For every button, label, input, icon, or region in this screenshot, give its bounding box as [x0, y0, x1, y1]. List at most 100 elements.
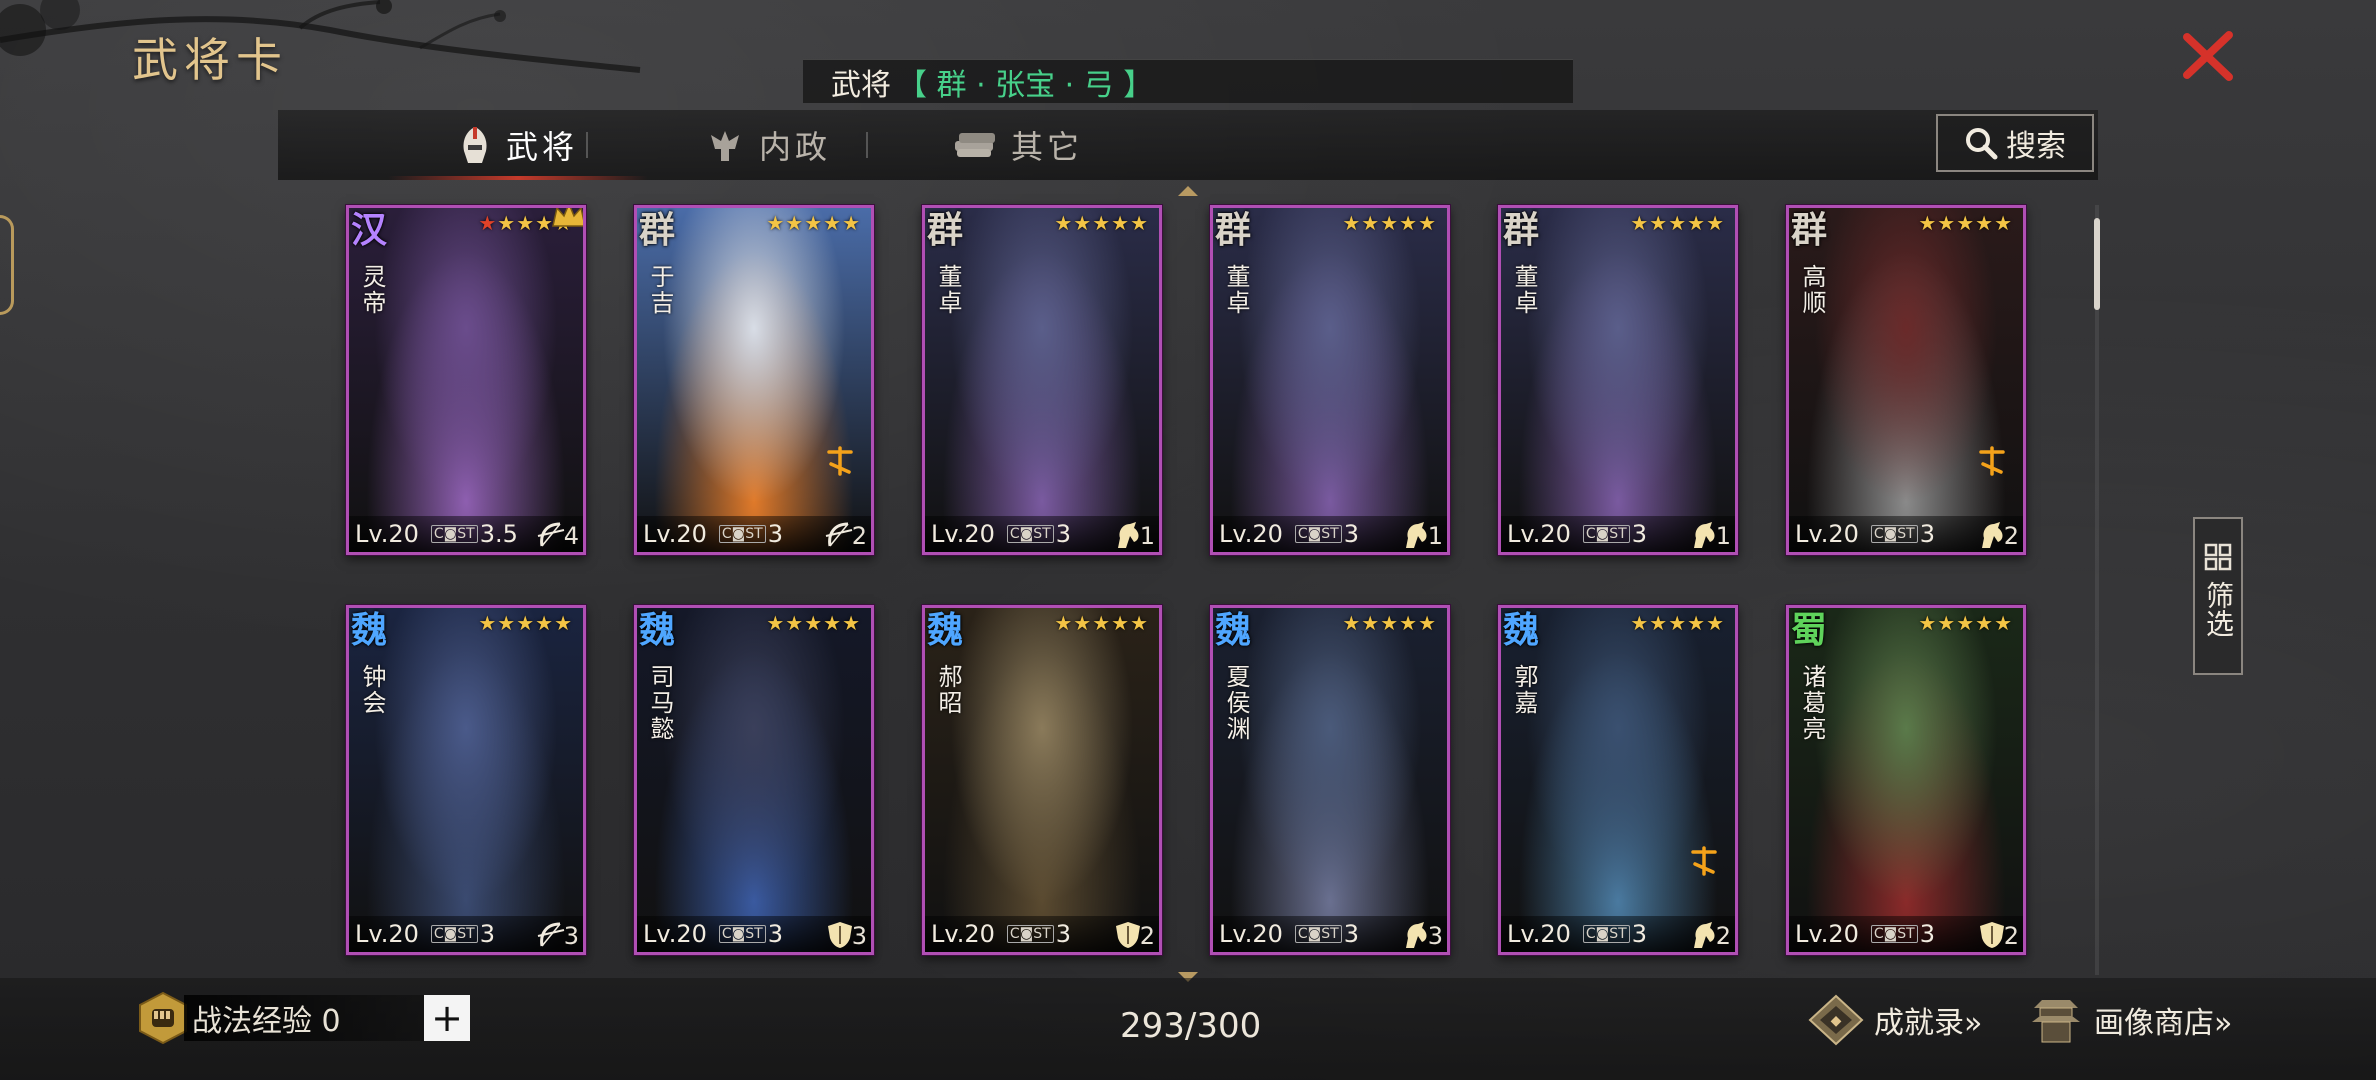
- side-drawer-handle[interactable]: [0, 215, 14, 315]
- achievements-link[interactable]: ◆ 成就录»: [1806, 994, 1982, 1046]
- hero-portrait: [1213, 208, 1447, 552]
- add-exp-button[interactable]: +: [424, 995, 470, 1041]
- pagoda-icon: [2026, 994, 2086, 1046]
- tab-neizheng-label: 内政: [758, 128, 831, 166]
- troop-type: 1: [1688, 520, 1731, 550]
- hero-level: Lv.20: [355, 520, 419, 548]
- hero-card-9[interactable]: 魏 郝昭 ★★★★★ Lv.20 C◙ST 3 2: [922, 605, 1162, 955]
- hero-name: 董卓: [1222, 264, 1250, 316]
- hero-name: 董卓: [1510, 264, 1538, 316]
- faction-label: 魏: [927, 609, 964, 651]
- tab-qita-label: 其它: [1010, 128, 1083, 166]
- faction-label: 魏: [351, 609, 388, 651]
- hero-level: Lv.20: [931, 520, 995, 548]
- hero-level: Lv.20: [1795, 920, 1859, 948]
- helmet-icon: [458, 125, 492, 165]
- troop-type: 2: [1112, 920, 1155, 950]
- hero-portrait: [925, 608, 1159, 952]
- troop-type: 3: [1400, 920, 1443, 950]
- troop-count: 4: [563, 522, 579, 550]
- hero-card-11[interactable]: 魏 郭嘉 ★★★★★ Lv.20 C◙ST 3 2: [1498, 605, 1738, 955]
- scroll-up-arrow-icon[interactable]: [1176, 184, 1200, 198]
- svg-text:◆: ◆: [1831, 1013, 1842, 1029]
- hero-card-5[interactable]: 群 董卓 ★★★★★ Lv.20 C◙ST 3 1: [1498, 205, 1738, 555]
- troop-type: 2: [1976, 920, 2019, 950]
- hero-name: 夏侯渊: [1222, 664, 1250, 742]
- crown-ornament-icon: [705, 127, 745, 163]
- troop-count: 3: [1427, 922, 1443, 950]
- troop-type: 2: [1976, 520, 2019, 550]
- rank-crown-icon: [551, 208, 583, 230]
- star-rating: ★★★★★: [478, 611, 573, 635]
- scrollbar-thumb[interactable]: [2094, 218, 2100, 310]
- achievement-emblem-icon: ◆: [1806, 994, 1866, 1046]
- cost-icon: C◙ST: [1582, 525, 1630, 543]
- faction-label: 魏: [1215, 609, 1252, 651]
- cost-icon: C◙ST: [718, 525, 766, 543]
- hero-card-1[interactable]: 汉 灵帝 ★★★★★ Lv.20 C◙ST 3.5 4: [346, 205, 586, 555]
- cost-icon: C◙ST: [1006, 925, 1054, 943]
- faction-label: 群: [1503, 209, 1540, 251]
- page-title: 武将卡: [132, 33, 288, 87]
- hero-level: Lv.20: [643, 920, 707, 948]
- hero-card-2[interactable]: 群 于吉 ★★★★★ Lv.20 C◙ST 3 2: [634, 205, 874, 555]
- hero-card-10[interactable]: 魏 夏侯渊 ★★★★★ Lv.20 C◙ST 3 3: [1210, 605, 1450, 955]
- star-rating: ★★★★★: [766, 611, 861, 635]
- hero-portrait: [349, 608, 583, 952]
- filter-button[interactable]: 筛选: [2193, 517, 2243, 675]
- card-count: 293/300: [1120, 1006, 1262, 1046]
- troop-type: 1: [1112, 520, 1155, 550]
- hero-card-7[interactable]: 魏 钟会 ★★★★★ Lv.20 C◙ST 3 3: [346, 605, 586, 955]
- hero-portrait: [637, 208, 871, 552]
- tab-wujiang-label: 武将: [505, 128, 578, 166]
- faction-label: 群: [1215, 209, 1252, 251]
- cost-icon: C◙ST: [1870, 525, 1918, 543]
- filter-label: 筛选: [2202, 581, 2235, 637]
- hero-cost: 3: [1343, 920, 1359, 948]
- hero-card-3[interactable]: 群 董卓 ★★★★★ Lv.20 C◙ST 3 1: [922, 205, 1162, 555]
- search-button[interactable]: 搜索: [1936, 114, 2094, 172]
- hero-card-grid: 汉 灵帝 ★★★★★ Lv.20 C◙ST 3.5 4 群 于吉 ★★★★★ L…: [346, 205, 2036, 955]
- grid-icon: [2204, 543, 2232, 571]
- hero-portrait: [1789, 608, 2023, 952]
- hero-portrait: [1789, 208, 2023, 552]
- troop-count: 1: [1427, 522, 1443, 550]
- faction-label: 群: [927, 209, 964, 251]
- tab-qita[interactable]: 其它: [918, 110, 1118, 180]
- hero-card-8[interactable]: 魏 司马懿 ★★★★★ Lv.20 C◙ST 3 3: [634, 605, 874, 955]
- troop-type: 2: [824, 520, 867, 550]
- hero-cost: 3: [1055, 920, 1071, 948]
- tab-divider: [866, 132, 868, 158]
- troop-count: 2: [851, 522, 867, 550]
- close-button[interactable]: [2178, 26, 2238, 86]
- hero-portrait: [1501, 608, 1735, 952]
- star-rating: ★★★★★: [1918, 211, 2013, 235]
- hero-cost: 3: [1919, 920, 1935, 948]
- hero-cost: 3: [767, 920, 783, 948]
- faction-label: 魏: [639, 609, 676, 651]
- hero-card-6[interactable]: 群 高顺 ★★★★★ Lv.20 C◙ST 3 2: [1786, 205, 2026, 555]
- cost-icon: C◙ST: [1582, 925, 1630, 943]
- tab-neizheng[interactable]: 内政: [648, 110, 888, 180]
- cost-icon: C◙ST: [1294, 525, 1342, 543]
- star-rating: ★★★★★: [766, 211, 861, 235]
- faction-label: 汉: [351, 209, 388, 251]
- star-rating: ★★★★★: [1630, 211, 1725, 235]
- hero-card-12[interactable]: 蜀 诸葛亮 ★★★★★ Lv.20 C◙ST 3 2: [1786, 605, 2026, 955]
- hero-portrait: [637, 608, 871, 952]
- star-rating: ★★★★★: [1342, 211, 1437, 235]
- hero-name: 钟会: [358, 664, 386, 716]
- troop-count: 1: [1715, 522, 1731, 550]
- scrollbar-track[interactable]: [2095, 205, 2099, 975]
- cost-icon: C◙ST: [1870, 925, 1918, 943]
- faction-label: 魏: [1503, 609, 1540, 651]
- hero-cost: 3: [1919, 520, 1935, 548]
- hero-card-4[interactable]: 群 董卓 ★★★★★ Lv.20 C◙ST 3 1: [1210, 205, 1450, 555]
- fist-badge-icon: [136, 991, 190, 1045]
- troop-count: 2: [2003, 922, 2019, 950]
- hero-portrait: [925, 208, 1159, 552]
- cost-icon: C◙ST: [1294, 925, 1342, 943]
- portrait-shop-link[interactable]: 画像商店»: [2026, 994, 2232, 1046]
- tab-wujiang[interactable]: 武将: [368, 110, 668, 180]
- hero-cost: 3: [1343, 520, 1359, 548]
